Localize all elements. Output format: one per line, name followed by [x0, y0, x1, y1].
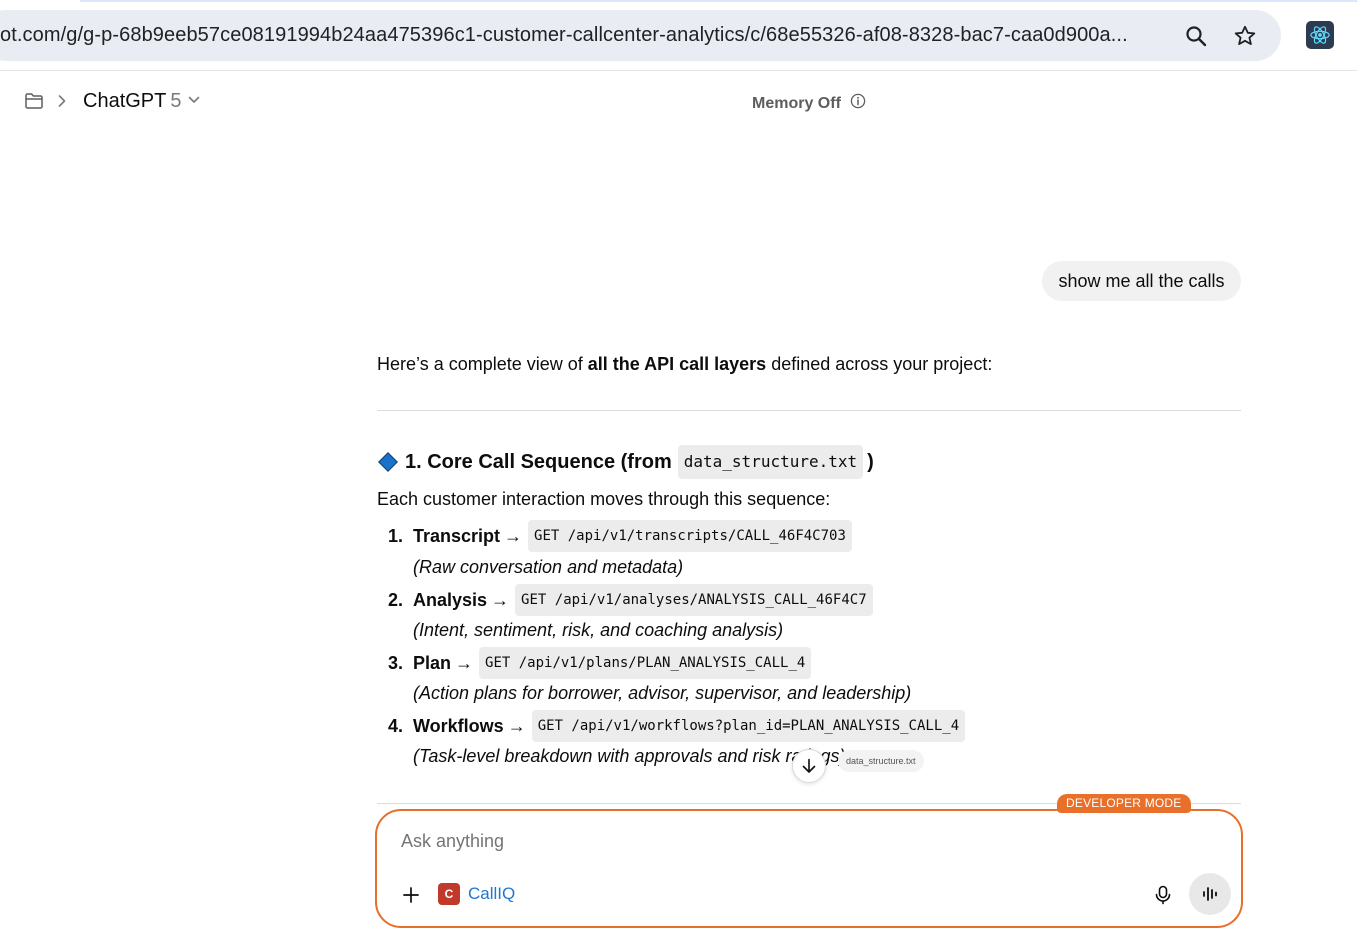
scroll-to-bottom-button[interactable] [792, 749, 826, 783]
react-devtools-icon[interactable] [1306, 21, 1334, 49]
section-heading-close: ) [867, 451, 874, 473]
composer: C CallIQ [375, 809, 1243, 928]
memory-status-label: Memory Off [752, 94, 841, 112]
list-number: 2. [387, 590, 403, 610]
step-label: Analysis [413, 590, 488, 610]
intro-text-end: defined across your project: [766, 354, 993, 374]
arrow-glyph: → [504, 526, 523, 546]
info-icon[interactable] [850, 93, 866, 114]
endpoint-code: GET /api/v1/analyses/ANALYSIS_CALL_46F4C… [515, 584, 873, 616]
list-number: 4. [387, 716, 403, 736]
endpoint-code: GET /api/v1/workflows?plan_id=PLAN_ANALY… [531, 710, 966, 742]
gpt-avatar: C [438, 883, 460, 905]
step-description: (Action plans for borrower, advisor, sup… [413, 683, 912, 703]
list-number: 3. [387, 653, 403, 673]
url-text[interactable]: ot.com/g/g-p-68b9eeb57ce08191994b24aa475… [0, 24, 1150, 47]
endpoint-code: GET /api/v1/plans/PLAN_ANALYSIS_CALL_4 [479, 647, 812, 679]
divider [377, 410, 1241, 411]
browser-toolbar: ot.com/g/g-p-68b9eeb57ce08191994b24aa475… [0, 0, 1357, 71]
blue-diamond-icon [378, 452, 398, 472]
chat-header: ChatGPT 5 Memory Off [0, 72, 1357, 132]
model-version: 5 [170, 90, 182, 112]
arrow-glyph: → [491, 590, 510, 610]
waveform-icon [1203, 887, 1217, 901]
prompt-input[interactable] [401, 831, 1121, 852]
arrow-glyph: → [455, 653, 474, 673]
arrow-down-icon [802, 758, 816, 773]
arrow-glyph: → [507, 716, 526, 736]
user-message-bubble: show me all the calls [1042, 261, 1241, 301]
step-label: Plan [413, 653, 452, 673]
model-name: ChatGPT [83, 90, 167, 112]
dictate-button[interactable] [1149, 881, 1177, 909]
model-selector[interactable]: ChatGPT 5 [83, 90, 201, 113]
citation-chip[interactable]: data_structure.txt [838, 750, 924, 772]
step-label: Transcript [413, 526, 501, 546]
section-heading-text: 1. Core Call Sequence (from [405, 451, 672, 473]
memory-status: Memory Off [752, 93, 866, 114]
step-description: (Raw conversation and metadata) [413, 557, 684, 577]
list-item: 2. Analysis → GET /api/v1/analyses/ANALY… [377, 584, 873, 616]
plus-icon [403, 887, 419, 903]
active-gpt-chip[interactable]: C CallIQ [438, 883, 515, 905]
sequence-paragraph: Each customer interaction moves through … [377, 489, 831, 509]
endpoint-code: GET /api/v1/transcripts/CALL_46F4C703 [528, 520, 852, 552]
breadcrumb-chevron-icon [56, 94, 68, 113]
tab-strip-accent [80, 0, 1357, 2]
gpt-name: CallIQ [468, 884, 516, 903]
assistant-intro: Here’s a complete view of all the API ca… [377, 350, 1241, 378]
step-label: Workflows [413, 716, 504, 736]
address-bar[interactable]: ot.com/g/g-p-68b9eeb57ce08191994b24aa475… [0, 10, 1281, 61]
section-heading: 1. Core Call Sequence (from data_structu… [377, 445, 874, 479]
microphone-icon [1155, 885, 1171, 905]
intro-bold-text: all the API call layers [587, 354, 767, 374]
bookmark-star-icon[interactable] [1231, 22, 1259, 50]
intro-text: Here’s a complete view of [377, 354, 588, 374]
add-attachment-button[interactable] [397, 881, 425, 909]
list-item: 4. Workflows → GET /api/v1/workflows?pla… [377, 710, 966, 742]
section-heading-code: data_structure.txt [677, 445, 864, 479]
user-message-text: show me all the calls [1058, 270, 1225, 291]
list-item: 1. Transcript → GET /api/v1/transcripts/… [377, 520, 852, 552]
step-description: (Task-level breakdown with approvals and… [413, 746, 846, 766]
list-number: 1. [387, 526, 403, 546]
developer-mode-badge: DEVELOPER MODE [1057, 794, 1191, 813]
voice-mode-button[interactable] [1189, 873, 1231, 915]
list-item: 3. Plan → GET /api/v1/plans/PLAN_ANALYSI… [377, 647, 812, 679]
step-description: (Intent, sentiment, risk, and coaching a… [413, 620, 784, 640]
folder-icon[interactable] [24, 92, 44, 115]
chevron-down-icon [187, 90, 201, 113]
search-icon[interactable] [1182, 22, 1210, 50]
